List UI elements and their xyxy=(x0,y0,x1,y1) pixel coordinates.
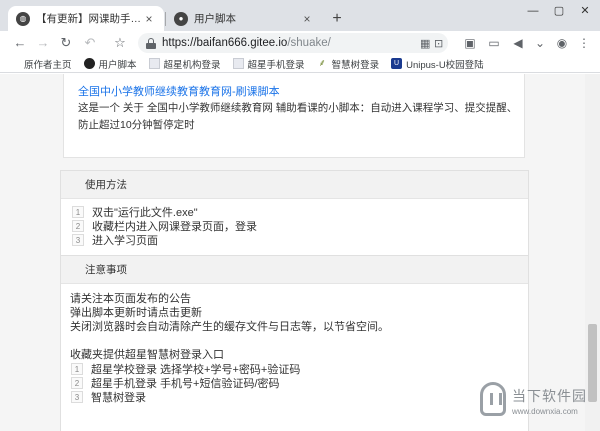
github-icon: ● xyxy=(174,11,188,26)
list-item: 3 进入学习页面 xyxy=(61,233,528,247)
bookmark-chaoxing-org[interactable]: 超星机构登录 xyxy=(148,57,221,71)
bookmark-label: Unipus-U校园登陆 xyxy=(406,59,484,71)
close-window-button[interactable]: ✕ xyxy=(572,0,598,24)
bookmark-zhihuishu[interactable]: ⸙ 智慧树登录 xyxy=(317,57,380,71)
script-card: 全国中小学教师继续教育教育网-刷课脚本 这是一个 关于 全国中小学教师继续教育网… xyxy=(63,74,525,158)
line-number: 2 xyxy=(72,220,84,232)
watermark-en: www.downxia.com xyxy=(512,407,578,416)
list-item: 2 超星手机登录 手机号+短信验证码/密码 xyxy=(60,376,529,390)
tab-strip: ◍ 【有更新】网课助手专用浏览器 × ● 用户脚本 × + — ▢ ✕ xyxy=(0,0,600,31)
bookmark-label: 用户脚本 xyxy=(98,59,137,71)
bookmarks-bar: 原作者主页 用户脚本 超星机构登录 超星手机登录 ⸙ 智慧树登录 U Unipu… xyxy=(0,55,600,73)
maximize-button[interactable]: ▢ xyxy=(546,0,572,24)
bookmark-label: 原作者主页 xyxy=(24,59,72,71)
bookmark-author-home[interactable]: 原作者主页 xyxy=(24,57,72,71)
minimize-button[interactable]: — xyxy=(520,0,546,24)
tab-user-script[interactable]: ● 用户脚本 × xyxy=(166,6,322,31)
back-button[interactable]: ← xyxy=(10,34,30,52)
new-tab-button[interactable]: + xyxy=(328,10,346,28)
tab-label: 【有更新】网课助手专用浏览器 xyxy=(36,13,142,25)
watermark-cn: 当下软件园 xyxy=(512,388,587,404)
account-icon[interactable]: ◉ xyxy=(554,35,570,51)
url-path: /shuake/ xyxy=(287,37,331,49)
step-text: 进入学习页面 xyxy=(92,235,158,247)
script-description: 这是一个 关于 全国中小学教师继续教育网 辅助看课的小脚本：自动进入课程学习、提… xyxy=(78,102,518,131)
bookmark-unipus[interactable]: U Unipus-U校园登陆 xyxy=(391,57,484,71)
leaf-icon: ⸙ xyxy=(318,58,326,69)
github-icon xyxy=(83,58,95,69)
bookmark-label: 智慧树登录 xyxy=(331,59,380,71)
page-icon xyxy=(148,58,160,69)
line-number: 1 xyxy=(71,363,83,375)
line-number: 2 xyxy=(71,377,83,389)
undo-icon[interactable]: ↶ xyxy=(80,34,100,52)
lock-icon xyxy=(146,37,156,49)
entry-list: 1 超星学校登录 选择学校+学号+密码+验证码 2 超星手机登录 手机号+短信验… xyxy=(60,362,529,404)
chevron-down-icon[interactable]: ⌄ xyxy=(532,35,548,51)
entry-title: 收藏夹提供超星智慧树登录入口 xyxy=(70,349,224,361)
close-icon[interactable]: × xyxy=(142,12,156,26)
notice-line: 弹出脚本更新时请点击更新 xyxy=(70,307,202,319)
menu-icon[interactable]: ⋮ xyxy=(576,35,592,51)
browser-toolbar: ← → ↻ ↶ ☆ https://baifan666.gitee.io/shu… xyxy=(0,31,600,55)
script-title-link[interactable]: 全国中小学教师继续教育教育网-刷课脚本 xyxy=(78,83,280,99)
entry-text: 智慧树登录 xyxy=(91,392,146,404)
line-number: 3 xyxy=(71,391,83,403)
unipus-icon: U xyxy=(391,58,403,69)
bookmark-chaoxing-phone[interactable]: 超星手机登录 xyxy=(232,57,305,71)
notice-line: 关闭浏览器时会自动清除产生的缓存文件与日志等，以节省空间。 xyxy=(70,321,389,333)
list-item: 3 智慧树登录 xyxy=(60,390,529,404)
list-item: 2 收藏栏内进入网课登录页面，登录 xyxy=(61,219,528,233)
close-icon[interactable]: × xyxy=(300,12,314,26)
address-bar[interactable]: https://baifan666.gitee.io/shuake/ ▦ ⊡ xyxy=(138,33,448,53)
cast-icon[interactable]: ▭ xyxy=(486,35,502,51)
tab-browser-helper[interactable]: ◍ 【有更新】网课助手专用浏览器 × xyxy=(8,6,164,31)
usage-steps: 1 双击"运行此文件.exe" 2 收藏栏内进入网课登录页面，登录 3 进入学习… xyxy=(61,199,528,247)
reload-button[interactable]: ↻ xyxy=(56,34,76,52)
bookmark-label: 超星手机登录 xyxy=(247,59,305,71)
notice-body: 请关注本页面发布的公告 弹出脚本更新时请点击更新 关闭浏览器时会自动清除产生的缓… xyxy=(70,292,389,362)
watermark-logo-icon xyxy=(480,382,506,416)
line-number: 3 xyxy=(72,234,84,246)
page-icon xyxy=(232,58,244,69)
bookmark-user-script[interactable]: 用户脚本 xyxy=(83,57,137,71)
usage-heading: 使用方法 xyxy=(61,171,528,199)
tab-label: 用户脚本 xyxy=(194,13,236,25)
watermark: 当下软件园 www.downxia.com xyxy=(480,378,598,428)
mute-icon[interactable]: ◀ xyxy=(510,35,526,51)
extension-icon[interactable]: ▣ xyxy=(462,35,478,51)
globe-icon: ◍ xyxy=(16,11,30,26)
qr-code-icon[interactable]: ▦ xyxy=(420,37,430,50)
usage-section: 使用方法 1 双击"运行此文件.exe" 2 收藏栏内进入网课登录页面，登录 3… xyxy=(60,170,529,256)
notice-line: 请关注本页面发布的公告 xyxy=(70,293,191,305)
url-host: https://baifan666.gitee.io xyxy=(162,37,288,49)
notice-heading: 注意事项 xyxy=(61,256,528,284)
forward-button[interactable]: → xyxy=(33,34,53,52)
line-number: 1 xyxy=(72,206,84,218)
list-item: 1 超星学校登录 选择学校+学号+密码+验证码 xyxy=(60,362,529,376)
list-item: 1 双击"运行此文件.exe" xyxy=(61,205,528,219)
bookmark-star-icon[interactable]: ☆ xyxy=(110,34,130,52)
bookmark-label: 超星机构登录 xyxy=(163,59,221,71)
translate-icon[interactable]: ⊡ xyxy=(434,37,443,50)
